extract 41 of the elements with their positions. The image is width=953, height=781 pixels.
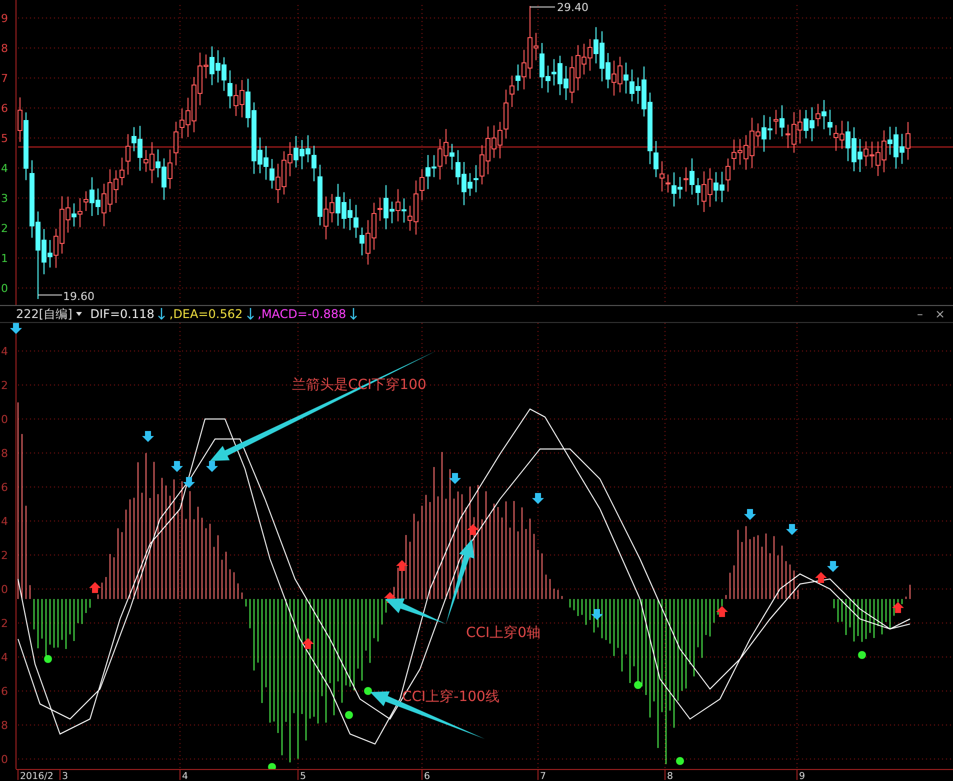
date-label: 5 (300, 771, 306, 780)
annotation-text: CCI上穿-100线 (402, 689, 500, 705)
minimize-button[interactable]: – (916, 307, 923, 321)
axis-label: 0 (1, 583, 8, 596)
axis-label: 2 (1, 617, 8, 630)
dif-value: DIF=0.118 (90, 306, 154, 322)
axis-label: 0 (1, 282, 8, 295)
date-label: 6 (424, 771, 430, 780)
axis-label: 7 (1, 72, 8, 85)
axis-label: 2 (1, 549, 8, 562)
axis-label: 4 (1, 651, 8, 664)
axis-label: 5 (1, 132, 8, 145)
axis-label: 9 (1, 12, 8, 25)
axis-label: 6 (1, 481, 8, 494)
axis-label: 4 (1, 162, 8, 175)
date-label: 4 (182, 771, 188, 780)
axis-label: 2 (1, 379, 8, 392)
axis-label: 0 (1, 753, 8, 766)
axis-label: 4 (1, 515, 8, 528)
date-label: 3 (62, 771, 68, 780)
axis-label: 1 (1, 252, 8, 265)
date-label: 2016/2 (20, 771, 54, 780)
axis-label: 8 (1, 719, 8, 732)
low-price-label: 19.60 (63, 290, 94, 303)
high-price-label: 29.40 (557, 1, 588, 14)
axis-label: 8 (1, 447, 8, 460)
date-label: 7 (540, 771, 546, 780)
axis-label: 0 (1, 413, 8, 426)
close-button[interactable]: × (934, 307, 945, 321)
date-label: 8 (667, 771, 674, 780)
macd-value: ,MACD=-0.888 (258, 306, 346, 322)
dea-value: ,DEA=0.562 (169, 306, 243, 322)
axis-label: 3 (1, 192, 8, 205)
indicator-dropdown[interactable]: 222[自编] (16, 305, 82, 323)
axis-label: 6 (1, 685, 8, 698)
date-label: 9 (799, 771, 806, 780)
axis-label: 4 (1, 345, 8, 358)
axis-label: 2 (1, 222, 8, 235)
axis-label: 6 (1, 102, 8, 115)
axis-label: 8 (1, 42, 8, 55)
annotation-text: CCI上穿0轴 (466, 625, 541, 641)
